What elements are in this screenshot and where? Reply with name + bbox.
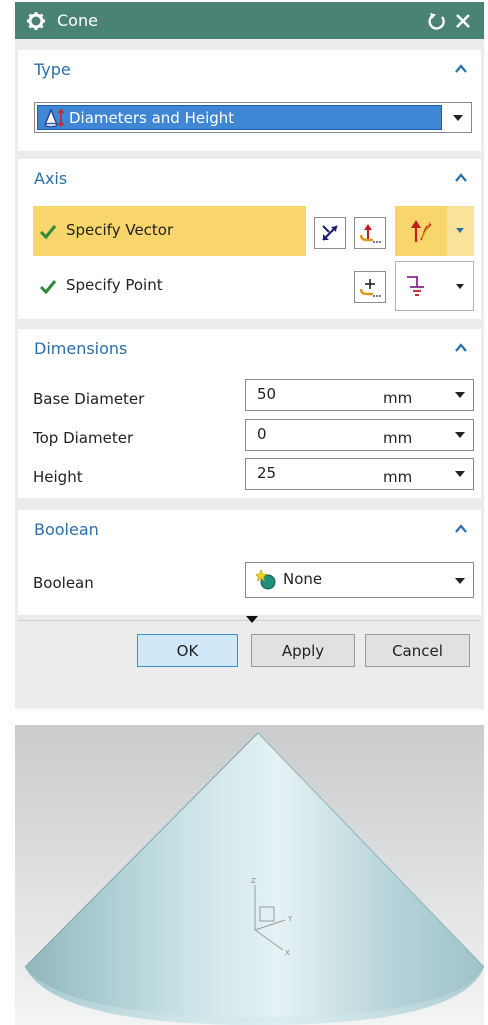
ok-button[interactable]: OK	[137, 634, 238, 667]
top-diameter-field[interactable]: 0 mm	[245, 419, 474, 451]
type-select[interactable]: Diameters and Height	[34, 102, 472, 133]
base-diameter-label: Base Diameter	[33, 390, 145, 408]
unit-label: mm	[383, 429, 413, 447]
unit-label: mm	[383, 468, 413, 486]
type-select-label: Diameters and Height	[69, 108, 235, 127]
inferred-vector-icon	[411, 220, 432, 242]
chevron-up-icon[interactable]	[453, 170, 469, 186]
section-title: Boolean	[34, 519, 99, 539]
reverse-direction-icon[interactable]	[314, 217, 346, 249]
cancel-button[interactable]: Cancel	[365, 634, 470, 667]
reset-icon[interactable]	[424, 8, 450, 34]
unit-label: mm	[383, 389, 413, 407]
chevron-down-icon[interactable]	[456, 284, 464, 289]
expand-more-icon[interactable]	[246, 616, 258, 623]
chevron-down-icon[interactable]	[456, 228, 464, 233]
chevron-up-icon[interactable]	[453, 521, 469, 537]
chevron-down-icon[interactable]	[455, 432, 465, 438]
vector-dialog-icon[interactable]	[354, 217, 386, 249]
base-diameter-field[interactable]: 50 mm	[245, 379, 474, 411]
close-icon[interactable]	[450, 8, 476, 34]
boolean-section-header[interactable]: Boolean	[18, 510, 481, 548]
checkmark-icon	[39, 225, 57, 240]
inferred-vector-button[interactable]	[395, 206, 447, 256]
top-diameter-label: Top Diameter	[33, 429, 134, 447]
dialog-title: Cone	[57, 11, 98, 30]
boolean-section: Boolean Boolean None	[18, 510, 481, 615]
apply-button[interactable]: Apply	[251, 634, 355, 667]
boolean-select[interactable]: None	[245, 562, 474, 598]
chevron-down-icon[interactable]	[455, 578, 465, 584]
specify-vector-row[interactable]: Specify Vector	[33, 206, 306, 256]
graphics-viewport[interactable]: Z Y X	[15, 725, 485, 1025]
chevron-down-icon[interactable]	[453, 115, 463, 121]
none-boolean-icon	[256, 569, 276, 590]
vector-dropdown[interactable]	[447, 206, 474, 256]
height-label: Height	[33, 468, 83, 486]
chevron-up-icon[interactable]	[453, 61, 469, 77]
section-title: Axis	[34, 168, 68, 188]
dimensions-section-header[interactable]: Dimensions	[18, 329, 481, 367]
top-diameter-value[interactable]: 0	[257, 425, 267, 443]
chevron-down-icon[interactable]	[455, 392, 465, 398]
type-section-header[interactable]: Type	[18, 50, 481, 88]
cone-model: Z Y X	[15, 725, 485, 1025]
type-section: Type Diameters and Height	[18, 50, 481, 151]
axis-section: Axis Specify Vector Specify Point	[18, 159, 481, 319]
specify-vector-label: Specify Vector	[66, 221, 174, 239]
point-type-icon	[407, 276, 424, 296]
section-title: Dimensions	[34, 338, 128, 358]
cone-type-icon	[44, 107, 65, 127]
chevron-down-icon[interactable]	[455, 471, 465, 477]
height-value[interactable]: 25	[257, 464, 276, 482]
point-type-select[interactable]	[395, 261, 474, 311]
point-dialog-icon[interactable]	[354, 271, 386, 303]
boolean-label: Boolean	[33, 574, 94, 592]
x-axis-label: X	[285, 949, 290, 957]
cone-dialog: Cone Type Diameters and Height Axis Spec…	[15, 2, 484, 709]
axis-section-header[interactable]: Axis	[18, 159, 481, 197]
chevron-up-icon[interactable]	[453, 340, 469, 356]
specify-point-label: Specify Point	[66, 276, 163, 294]
title-bar: Cone	[15, 2, 484, 39]
section-title: Type	[34, 59, 71, 79]
gear-icon	[25, 10, 47, 32]
base-diameter-value[interactable]: 50	[257, 385, 276, 403]
z-axis-label: Z	[251, 877, 256, 885]
y-axis-label: Y	[287, 915, 293, 923]
dimensions-section: Dimensions Base Diameter 50 mm Top Diame…	[18, 329, 481, 498]
type-select-value: Diameters and Height	[37, 105, 442, 130]
height-field[interactable]: 25 mm	[245, 458, 474, 490]
checkmark-icon	[39, 280, 57, 295]
boolean-select-label: None	[283, 570, 323, 588]
